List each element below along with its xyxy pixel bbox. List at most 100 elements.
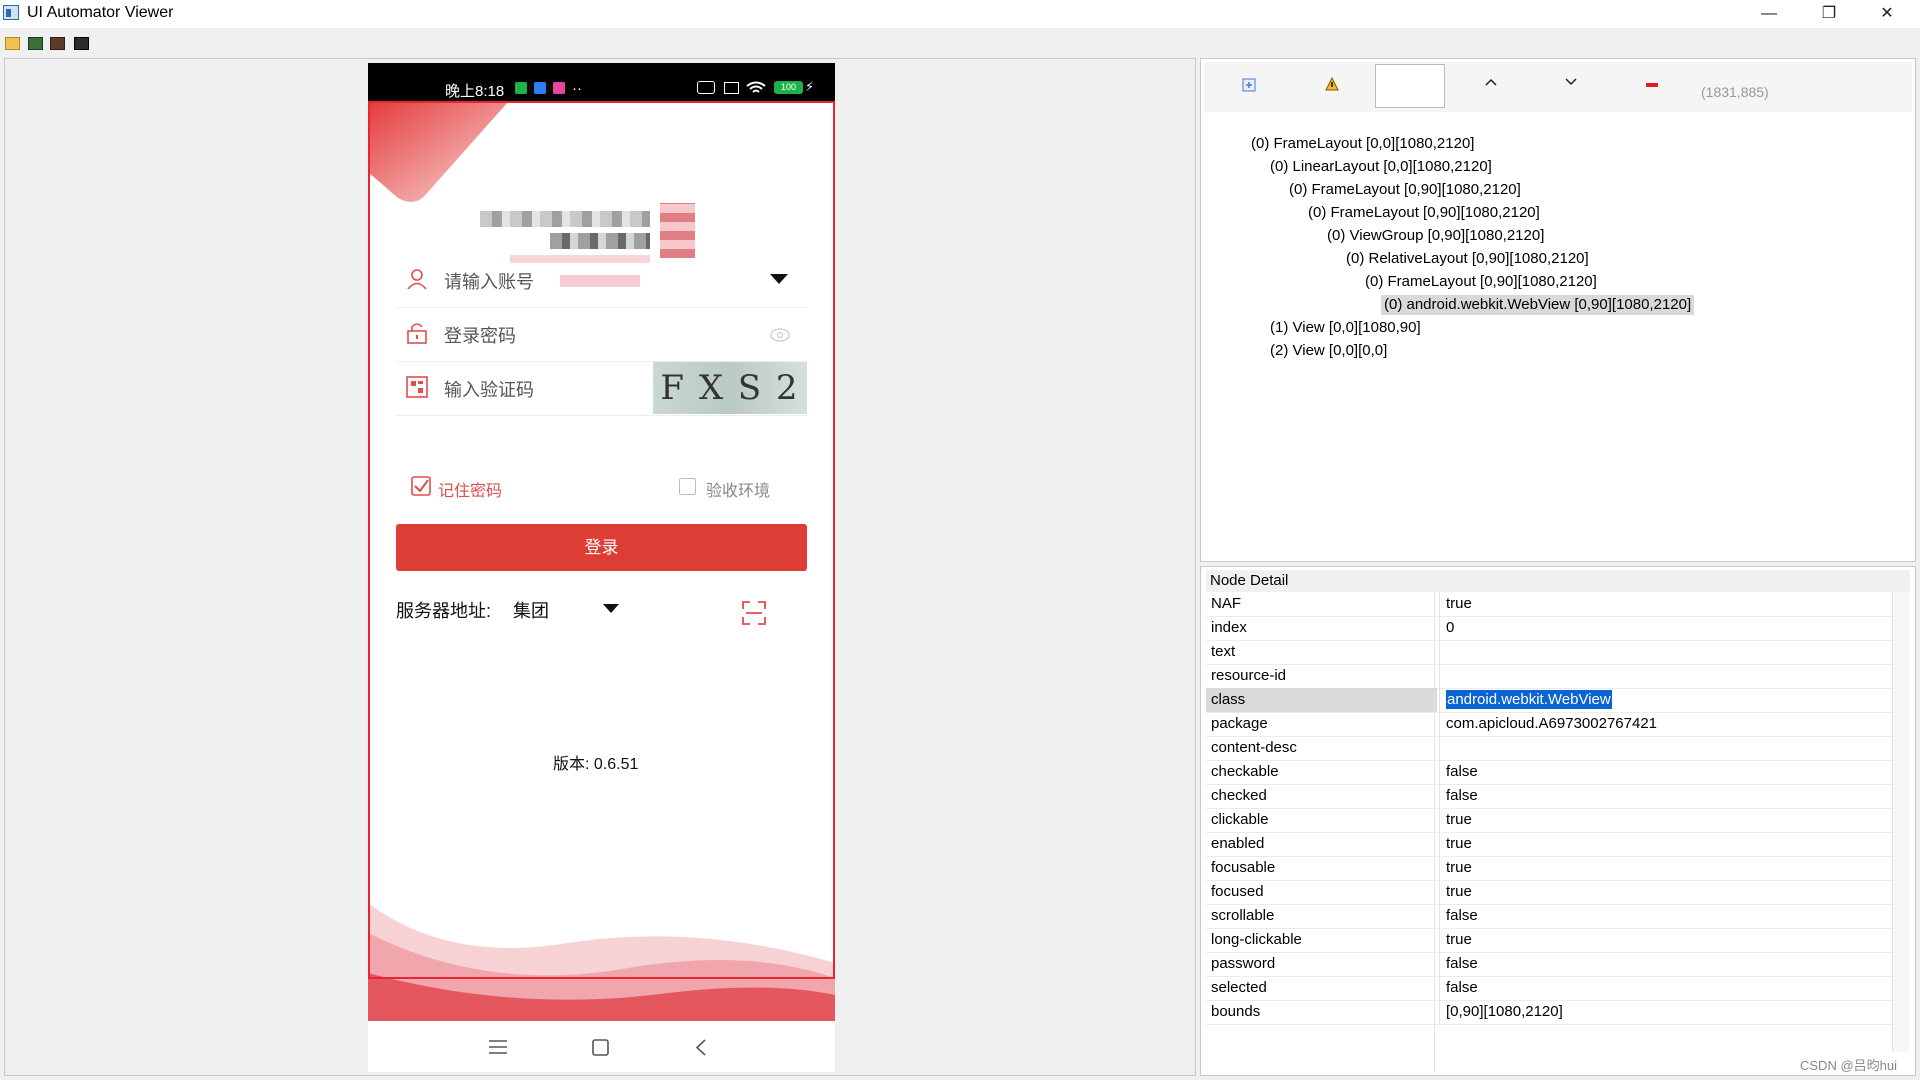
detail-row-class[interactable]: class android.webkit.WebView <box>1206 688 1892 713</box>
tree-node[interactable]: (0) LinearLayout [0,0][1080,2120] <box>1267 157 1495 177</box>
detail-value[interactable]: true <box>1439 880 1472 904</box>
detail-key: class <box>1206 688 1437 712</box>
detail-value[interactable]: true <box>1439 832 1472 856</box>
detail-key: focusable <box>1211 859 1276 876</box>
detail-row-checkable[interactable]: checkable false <box>1206 760 1892 785</box>
hierarchy-tree[interactable]: (0) FrameLayout [0,0][1080,2120] (0) Line… <box>1208 112 1908 558</box>
detail-value[interactable] <box>1439 640 1446 664</box>
save-icon[interactable] <box>74 37 89 50</box>
tree-node[interactable]: (0) FrameLayout [0,90][1080,2120] <box>1286 180 1524 200</box>
detail-value[interactable]: false <box>1439 784 1478 808</box>
detail-row-NAF[interactable]: NAF true <box>1206 592 1892 617</box>
detail-value[interactable]: true <box>1439 928 1472 952</box>
detail-row-checked[interactable]: checked false <box>1206 784 1892 809</box>
detail-value[interactable]: false <box>1439 952 1478 976</box>
detail-value[interactable]: false <box>1439 976 1478 1000</box>
detail-row-scrollable[interactable]: scrollable false <box>1206 904 1892 929</box>
expand-all-icon[interactable] <box>1242 78 1256 92</box>
remember-password-checkbox[interactable] <box>411 476 431 496</box>
verify-env-label: 验收环境 <box>706 483 771 500</box>
detail-value[interactable]: true <box>1439 592 1472 616</box>
detail-row-index[interactable]: index 0 <box>1206 616 1892 641</box>
node-filter-input[interactable] <box>1375 64 1445 108</box>
next-node-icon[interactable] <box>1565 78 1577 86</box>
detail-value[interactable]: android.webkit.WebView <box>1439 688 1612 712</box>
detail-value[interactable]: true <box>1439 856 1472 880</box>
detail-value-text: true <box>1446 811 1472 828</box>
eye-icon[interactable] <box>770 328 790 342</box>
detail-key: enabled <box>1211 835 1265 852</box>
footer-wave-decoration <box>368 903 835 1023</box>
tree-node[interactable]: (0) FrameLayout [0,0][1080,2120] <box>1248 134 1477 154</box>
battery-icon: 100 <box>774 81 803 94</box>
captcha-field[interactable]: 输入验证码 F X S 2 <box>396 362 807 416</box>
password-field[interactable]: 登录密码 <box>396 308 807 362</box>
detail-key: NAF <box>1211 595 1241 612</box>
detail-value[interactable] <box>1439 736 1446 760</box>
tree-node[interactable]: (1) View [0,0][1080,90] <box>1267 318 1424 338</box>
detail-value[interactable]: false <box>1439 904 1478 928</box>
detail-value[interactable]: [0,90][1080,2120] <box>1439 1000 1563 1024</box>
detail-value-text: true <box>1446 859 1472 876</box>
detail-row-enabled[interactable]: enabled true <box>1206 832 1892 857</box>
detail-key: password <box>1211 955 1276 972</box>
detail-row-password[interactable]: password false <box>1206 952 1892 977</box>
detail-key: content-desc <box>1211 739 1297 756</box>
scan-icon[interactable] <box>742 601 766 625</box>
tree-node[interactable]: (0) ViewGroup [0,90][1080,2120] <box>1324 226 1547 246</box>
account-field[interactable]: 请输入账号 <box>396 254 807 308</box>
detail-row-package[interactable]: package com.apicloud.A6973002767421 <box>1206 712 1892 737</box>
tree-node[interactable]: (0) android.webkit.WebView [0,90][1080,2… <box>1381 295 1695 315</box>
tree-node[interactable]: (0) RelativeLayout [0,90][1080,2120] <box>1343 249 1592 269</box>
back-icon[interactable] <box>695 1039 707 1056</box>
detail-value[interactable]: true <box>1439 808 1472 832</box>
detail-row-text[interactable]: text <box>1206 640 1892 665</box>
minimize-button[interactable]: — <box>1746 0 1792 28</box>
window-title: UI Automator Viewer <box>27 4 174 21</box>
open-folder-icon[interactable] <box>5 37 20 50</box>
detail-row-content-desc[interactable]: content-desc <box>1206 736 1892 761</box>
login-button[interactable]: 登录 <box>396 524 807 571</box>
device-screenshot[interactable]: 晚上8:18 ·· 100 ⚡ 请输入账号 登录密码 输入验证码 F X S 2… <box>368 63 835 1072</box>
previous-node-icon[interactable] <box>1485 78 1497 86</box>
verify-env-checkbox[interactable] <box>679 478 696 495</box>
menu-icon[interactable] <box>489 1040 507 1054</box>
device-screenshot-icon[interactable] <box>28 37 43 50</box>
restore-button[interactable]: ❐ <box>1806 0 1852 28</box>
detail-row-bounds[interactable]: bounds [0,90][1080,2120] <box>1206 1000 1892 1025</box>
detail-row-clickable[interactable]: clickable true <box>1206 808 1892 833</box>
detail-value[interactable]: com.apicloud.A6973002767421 <box>1439 712 1657 736</box>
device-screenshot-compressed-icon[interactable] <box>50 37 65 50</box>
title-bar: UI Automator Viewer — ❐ ✕ <box>0 0 1920 28</box>
detail-value[interactable]: false <box>1439 760 1478 784</box>
close-button[interactable]: ✕ <box>1864 0 1910 28</box>
detail-value[interactable]: 0 <box>1439 616 1454 640</box>
tree-node[interactable]: (0) FrameLayout [0,90][1080,2120] <box>1305 203 1543 223</box>
captcha-input[interactable]: 输入验证码 <box>444 376 534 402</box>
status-more: ·· <box>572 80 582 97</box>
toggle-nafnodes-icon[interactable] <box>1646 83 1658 87</box>
home-icon[interactable] <box>592 1039 609 1056</box>
hierarchy-toolbar: (1831,885) <box>1204 62 1912 112</box>
tree-node[interactable]: (0) FrameLayout [0,90][1080,2120] <box>1362 272 1600 292</box>
detail-scrollbar[interactable] <box>1892 592 1909 1052</box>
captcha-image[interactable]: F X S 2 <box>653 362 807 414</box>
detail-key: checked <box>1211 787 1267 804</box>
server-label: 服务器地址: <box>396 601 492 621</box>
lock-icon <box>407 323 427 344</box>
dropdown-arrow-icon[interactable] <box>770 274 788 284</box>
detail-key: clickable <box>1211 811 1269 828</box>
warning-icon[interactable] <box>1325 77 1339 91</box>
detail-key: resource-id <box>1211 667 1287 684</box>
detail-row-resource-id[interactable]: resource-id <box>1206 664 1892 689</box>
detail-row-long-clickable[interactable]: long-clickable true <box>1206 928 1892 953</box>
detail-row-focusable[interactable]: focusable true <box>1206 856 1892 881</box>
detail-row-selected[interactable]: selected false <box>1206 976 1892 1001</box>
password-input[interactable]: 登录密码 <box>444 322 516 348</box>
server-value[interactable]: 集团 <box>513 597 549 623</box>
tree-node[interactable]: (2) View [0,0][0,0] <box>1267 341 1390 361</box>
detail-value[interactable] <box>1439 664 1446 688</box>
account-input[interactable]: 请输入账号 <box>444 268 534 294</box>
server-dropdown-icon[interactable] <box>603 604 619 613</box>
detail-row-focused[interactable]: focused true <box>1206 880 1892 905</box>
